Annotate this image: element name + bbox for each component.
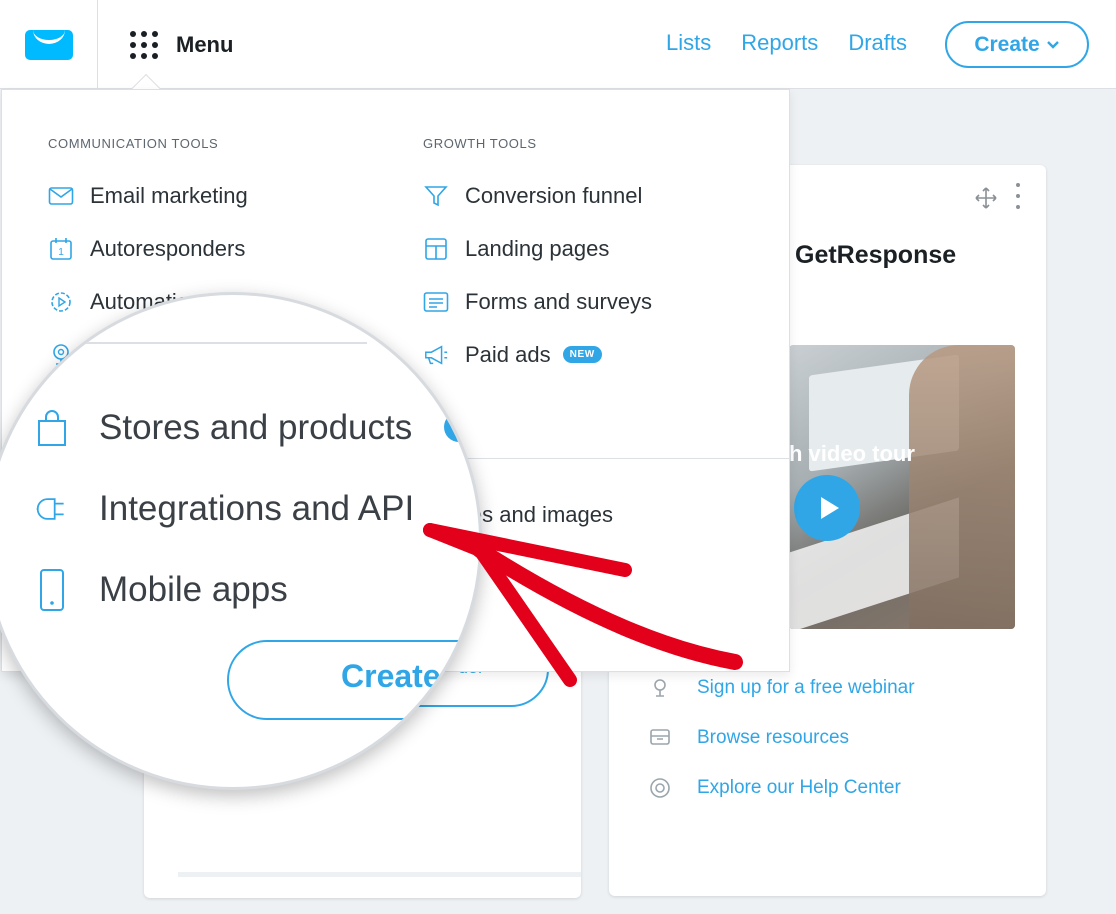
menu-item-label: Mobile apps [99,569,288,609]
menu-item-stores-products[interactable]: Stores and products [35,387,414,468]
growth-tools-heading: GROWTH TOOLS [423,136,537,151]
envelope-icon [48,183,74,209]
nav-reports[interactable]: Reports [741,30,818,56]
funnel-icon [423,183,449,209]
communication-tools-heading: COMMUNICATION TOOLS [48,136,219,151]
logo-cell[interactable] [0,0,98,89]
resource-help[interactable]: Explore our Help Center [649,763,915,813]
red-arrow-annotation [423,523,743,687]
kebab-menu-icon[interactable] [1013,183,1023,209]
growth-tools-column: GROWTH TOOLS Conversion funnel Landing p… [423,136,652,381]
nav-lists[interactable]: Lists [666,30,711,56]
nav-drafts[interactable]: Drafts [848,30,907,56]
form-icon [423,289,449,315]
menu-item-integrations-api[interactable]: Integrations and API [35,468,414,549]
menu-item-landing-pages[interactable]: Landing pages [423,222,652,275]
menu-item-label: Conversion funnel [465,182,643,208]
menu-item-label: Landing pages [465,235,610,261]
resource-browse[interactable]: Browse resources [649,713,915,763]
menu-button[interactable]: Menu [130,28,233,62]
menu-item-label: Autoresponders [90,235,246,261]
menu-divider [422,458,790,459]
svg-text:1: 1 [58,247,64,258]
mobile-phone-icon [35,568,69,611]
grid-dots-icon [130,31,158,59]
resource-label: Browse resources [697,727,850,748]
new-badge: NEW [562,346,602,363]
menu-item-label: Paid ads [465,341,551,367]
magnified-badge [444,412,474,442]
magnifier-callout: Stores and products Integrations and API… [0,292,482,790]
chevron-down-icon [1046,40,1059,49]
resource-label: Explore our Help Center [697,777,901,798]
getresponse-logo[interactable] [25,30,73,60]
menu-item-label: Integrations and API [99,488,415,528]
menu-item-label: Stores and products [99,407,413,447]
move-icon[interactable] [975,187,997,209]
archive-icon [649,727,671,749]
plug-icon [35,489,69,529]
lifebuoy-icon [649,777,671,799]
menu-item-forms-surveys[interactable]: Forms and surveys [423,275,652,328]
magnified-menu-list: Stores and products Integrations and API… [35,387,414,630]
menu-item-label: Email marketing [90,182,248,208]
layout-icon [423,236,449,262]
person-image [909,345,1015,629]
magnified-divider [0,342,367,344]
create-label: Create [974,32,1040,56]
menu-item-autoresponders[interactable]: 1 Autoresponders [48,222,248,275]
menu-item-mobile-apps[interactable]: Mobile apps [35,549,414,630]
calendar-icon: 1 [48,236,74,262]
menu-item-paid-ads[interactable]: Paid ads NEW [423,328,652,381]
menu-item-label: Forms and surveys [465,288,653,314]
play-button[interactable] [794,475,860,541]
menu-label: Menu [176,32,234,57]
shopping-bag-icon [35,408,69,448]
card-title: GetResponse [795,241,957,269]
megaphone-icon [423,342,449,368]
gear-play-icon [48,289,74,315]
video-caption: h video tour [789,441,915,466]
menu-item-conversion-funnel[interactable]: Conversion funnel [423,169,652,222]
top-bar: Menu Lists Reports Drafts Create [0,0,1116,89]
menu-item-email-marketing[interactable]: Email marketing [48,169,248,222]
create-button[interactable]: Create [945,21,1089,68]
top-nav: Lists Reports Drafts [666,30,907,56]
